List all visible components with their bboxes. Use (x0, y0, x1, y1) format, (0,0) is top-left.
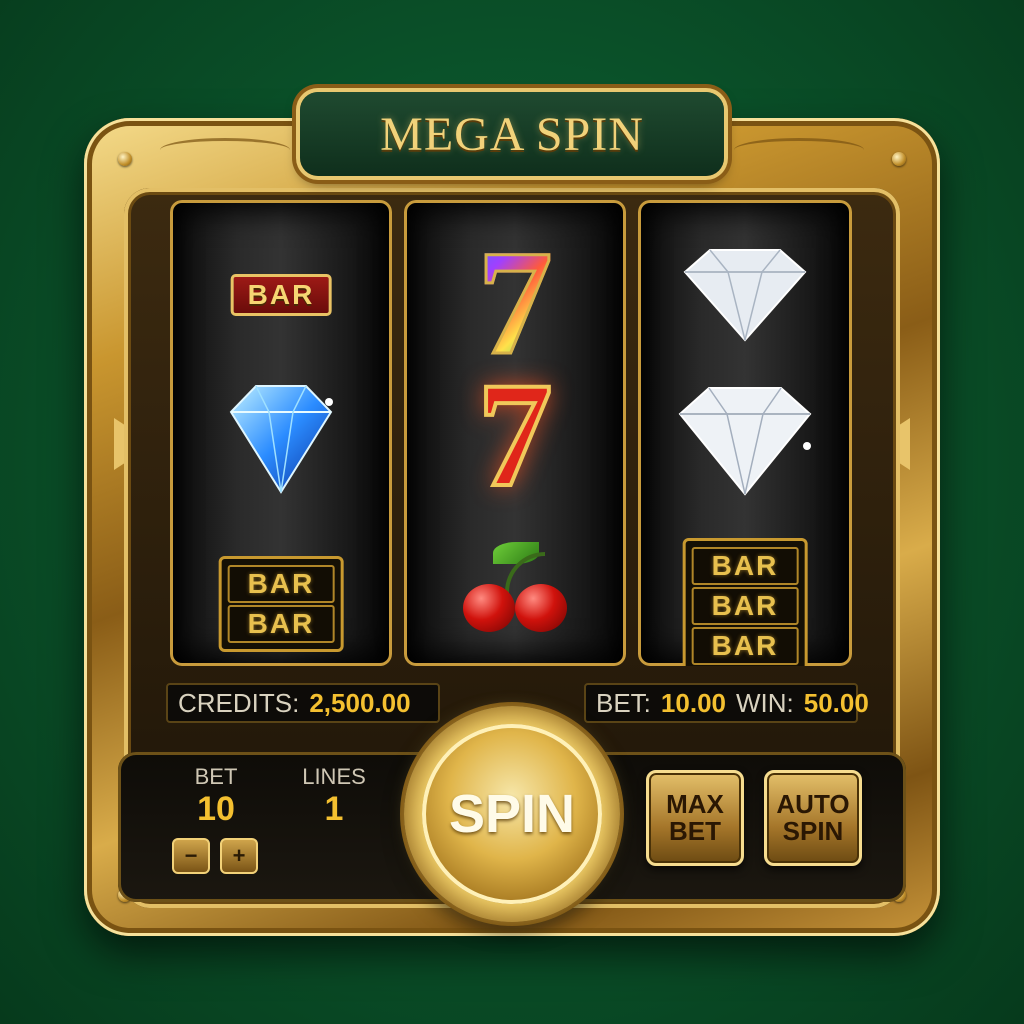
rivet-icon (892, 152, 906, 166)
blue-diamond-icon (201, 372, 361, 502)
bar-line: BAR (691, 547, 799, 585)
bar-plate: BAR (230, 274, 332, 316)
white-diamond-icon (670, 244, 820, 344)
bar-line: BAR (227, 605, 335, 643)
double-bar-symbol: BAR BAR (218, 556, 344, 652)
credits-label: CREDITS: (178, 687, 300, 718)
ornament-scroll (734, 138, 864, 162)
bet-decrease-button[interactable]: − (172, 838, 210, 874)
bet-label: BET (194, 764, 238, 789)
reel-3: BAR BAR BAR (638, 200, 852, 666)
max-bet-button[interactable]: MAX BET (646, 770, 744, 866)
auto-spin-button[interactable]: AUTO SPIN (764, 770, 862, 866)
bar-line: BAR (691, 587, 799, 625)
white-diamond-icon (665, 380, 825, 500)
bar-line: BAR (227, 565, 335, 603)
red-seven: 7 (476, 352, 555, 518)
spin-button-ring: SPIN (404, 706, 620, 922)
red-seven-symbol: 7 (476, 352, 555, 518)
credits-display: CREDITS: 2,500.00 (166, 683, 440, 723)
triple-bar-symbol: BAR BAR BAR (682, 538, 808, 666)
spin-button[interactable]: SPIN (422, 724, 602, 904)
win-label: WIN: (736, 687, 794, 718)
bet-display-label: BET: (596, 687, 651, 718)
lines-label: LINES (302, 764, 366, 789)
reel-2: 7 7 (404, 200, 626, 666)
bar-stack: BAR BAR (218, 556, 344, 652)
bar-line: BAR (691, 627, 799, 665)
win-value: 50.00 (803, 687, 869, 718)
bet-increase-button[interactable]: + (220, 838, 258, 874)
cherry-icon (455, 542, 575, 632)
bet-win-display: BET: 10.00 WIN: 50.00 (584, 683, 869, 723)
bar-symbol: BAR (230, 274, 332, 316)
lines-value: 1 (324, 790, 344, 828)
title-plate: MEGA SPIN (300, 92, 724, 176)
spin-label: SPIN (448, 784, 576, 844)
reel-1: BAR BAR BAR (170, 200, 392, 666)
bar-stack: BAR BAR BAR (682, 538, 808, 666)
rivet-icon (118, 152, 132, 166)
bet-display-value: 10.00 (660, 687, 726, 718)
game-title: MEGA SPIN (380, 107, 644, 161)
credits-value: 2,500.00 (309, 687, 411, 718)
reel-area: BAR BAR BAR 7 7 BAR BAR BAR (164, 200, 860, 666)
ornament-scroll (160, 138, 290, 162)
bet-value: 10 (197, 790, 235, 828)
